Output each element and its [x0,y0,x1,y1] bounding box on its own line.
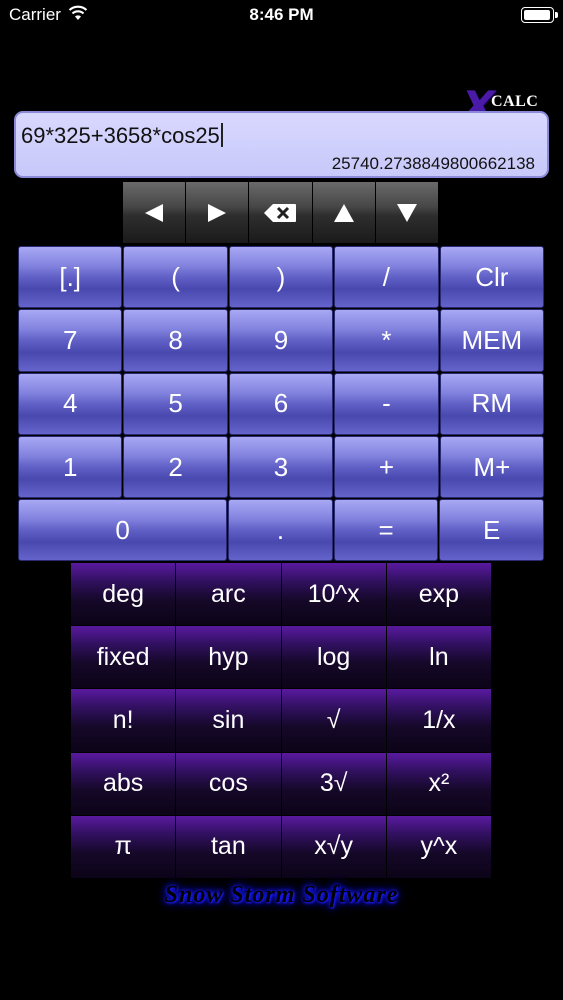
fixed-key[interactable]: fixed [71,626,176,689]
backspace-icon [264,203,297,222]
digit-5-key[interactable]: 5 [123,372,228,435]
arrow-right-icon [208,203,227,222]
nth-root-key[interactable]: x√y [281,815,386,878]
cursor-key-row [123,182,439,243]
sin-key[interactable]: sin [176,689,281,752]
keypad-row: 0 . = E [18,499,545,562]
digit-8-key[interactable]: 8 [123,309,228,372]
logo-text: CALC [491,93,539,110]
cursor-left-button[interactable] [123,182,187,243]
multiply-key[interactable]: * [334,309,439,372]
calculator-display[interactable]: 69*325+3658*cos25 25740.273884980066213­… [14,111,549,178]
divide-key[interactable]: / [334,246,439,309]
bracket-dot-key[interactable]: [.] [18,246,123,309]
function-row: abs cos 3√ x² [71,752,492,816]
cursor-up-button[interactable] [312,182,376,243]
function-row: deg arc 10^x exp [71,563,492,626]
close-paren-key[interactable]: ) [228,246,334,309]
digit-1-key[interactable]: 1 [18,435,123,499]
cube-root-key[interactable]: 3√ [281,752,386,815]
clear-key[interactable]: Clr [439,246,545,309]
text-caret [220,123,223,147]
square-root-key[interactable]: √ [281,689,386,752]
arrow-down-icon [396,203,417,222]
function-row: π tan x√y y^x [71,815,492,879]
ln-key[interactable]: ln [386,626,491,689]
digit-3-key[interactable]: 3 [228,435,334,499]
digit-9-key[interactable]: 9 [228,309,334,372]
hyp-key[interactable]: hyp [176,626,281,689]
subtract-key[interactable]: - [334,372,439,435]
digit-2-key[interactable]: 2 [123,435,228,499]
digit-0-key[interactable]: 0 [18,499,228,562]
cursor-down-button[interactable] [375,182,439,243]
equals-key[interactable]: = [333,499,439,562]
expression-input[interactable]: 69*325+3658*cos25 [21,123,223,149]
open-paren-key[interactable]: ( [123,246,228,309]
function-row: fixed hyp log ln [71,626,492,689]
square-key[interactable]: x² [386,752,491,815]
memory-key[interactable]: MEM [439,309,545,372]
digit-4-key[interactable]: 4 [18,372,123,435]
status-bar: Carrier 8:46 PM [0,0,563,30]
exp-key[interactable]: exp [386,563,491,626]
keypad-row: 7 8 9 * MEM [18,309,545,372]
keypad-row: 4 5 6 - RM [18,372,545,436]
cos-key[interactable]: cos [176,752,281,815]
expression-text: 69*325+3658*cos25 [21,123,220,148]
memory-add-key[interactable]: M+ [439,435,545,499]
function-row: n! sin √ 1/x [71,689,492,752]
brand-footer: Snow Storm Software [164,882,399,908]
add-key[interactable]: + [334,435,439,499]
battery-icon [521,7,558,23]
arrow-up-icon [333,203,354,222]
main-keypad: [.] ( ) / Clr 7 8 9 * MEM 4 5 6 - RM 1 2… [18,246,545,562]
recall-memory-key[interactable]: RM [439,372,545,435]
digit-6-key[interactable]: 6 [228,372,334,435]
tan-key[interactable]: tan [176,815,281,878]
digit-7-key[interactable]: 7 [18,309,123,372]
result-readout: 25740.273884980066213­8 [331,154,535,173]
function-keypad: deg arc 10^x exp fixed hyp log ln n! sin… [71,563,492,879]
cursor-right-button[interactable] [186,182,250,243]
arc-key[interactable]: arc [176,563,281,626]
exponent-e-key[interactable]: E [439,499,545,562]
backspace-button[interactable] [249,182,313,243]
factorial-key[interactable]: n! [71,689,176,752]
power-key[interactable]: y^x [386,815,491,878]
ten-power-key[interactable]: 10^x [281,563,386,626]
abs-key[interactable]: abs [71,752,176,815]
status-time: 8:46 PM [249,5,314,24]
deg-key[interactable]: deg [71,563,176,626]
arrow-left-icon [145,203,164,222]
keypad-row: [.] ( ) / Clr [18,246,545,309]
pi-key[interactable]: π [71,815,176,878]
keypad-row: 1 2 3 + M+ [18,435,545,499]
reciprocal-key[interactable]: 1/x [386,689,491,752]
log-key[interactable]: log [281,626,386,689]
decimal-point-key[interactable]: . [228,499,333,562]
